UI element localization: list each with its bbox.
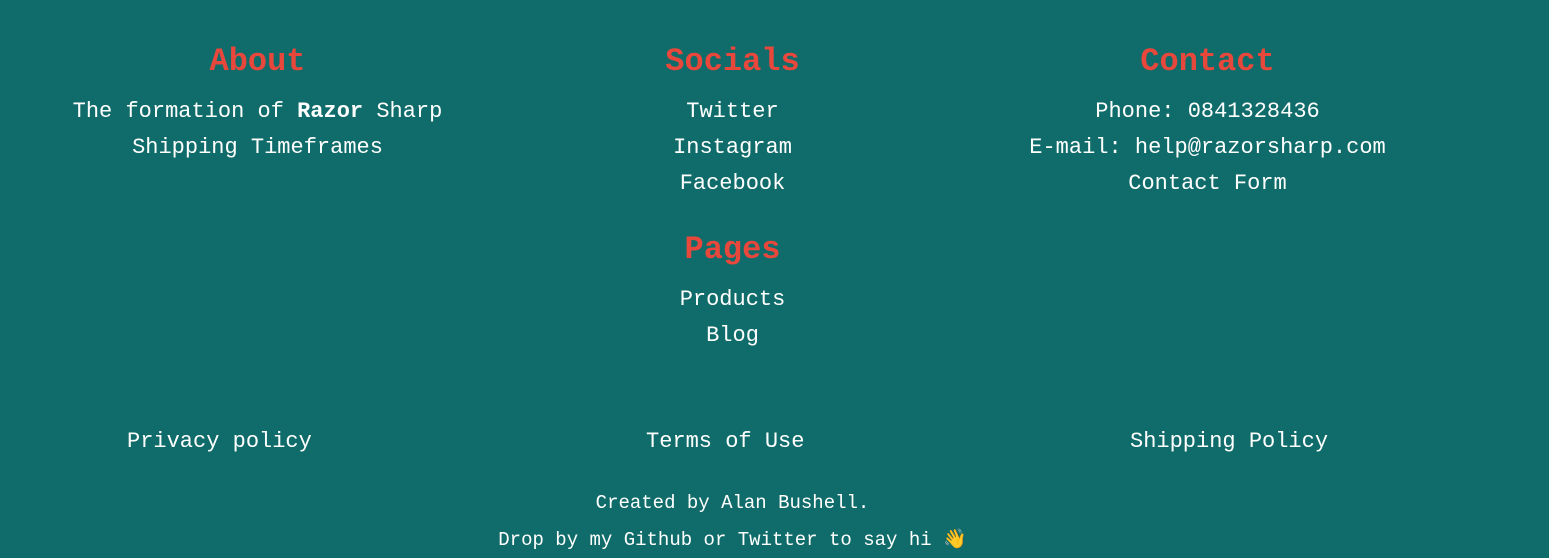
contact-heading: Contact [1140,43,1275,80]
waving-hand-icon: 👋 [943,528,967,550]
formation-prefix: The formation of [72,99,284,124]
say-hi-suffix: to say hi [829,529,932,551]
credits-twitter-link[interactable]: Twitter [738,529,818,551]
pages-column: Pages Products Blog [495,232,970,354]
phone-link[interactable]: Phone: 0841328436 [970,94,1445,130]
products-link[interactable]: Products [495,282,970,318]
shipping-policy-link[interactable]: Shipping Policy [1130,424,1328,460]
socials-column: Socials Twitter Instagram Facebook [495,44,970,202]
formation-link[interactable]: The formation of Razor Sharp [20,94,495,130]
say-hi-line: Drop by my Github or Twitter to say hi 👋 [0,521,1465,558]
twitter-link[interactable]: Twitter [495,94,970,130]
facebook-link[interactable]: Facebook [495,166,970,202]
about-column: About The formation of Razor Sharp Shipp… [20,44,495,166]
formation-brand: Razor [297,99,364,124]
blog-link[interactable]: Blog [495,318,970,354]
github-link[interactable]: Github [624,529,692,551]
shipping-timeframes-link[interactable]: Shipping Timeframes [20,130,495,166]
terms-of-use-link[interactable]: Terms of Use [646,424,804,460]
contact-column: Contact Phone: 0841328436 E-mail: help@r… [970,44,1445,202]
privacy-policy-link[interactable]: Privacy policy [127,424,312,460]
credits-line: Created by Alan Bushell. [595,492,870,514]
say-hi-or: or [703,529,727,551]
say-hi-prefix: Drop by my [498,529,613,551]
pages-heading: Pages [684,231,781,268]
site-footer: About The formation of Razor Sharp Shipp… [0,0,1549,555]
email-link[interactable]: E-mail: help@razorsharp.com [970,130,1445,166]
contact-form-link[interactable]: Contact Form [970,166,1445,202]
about-heading: About [209,43,306,80]
formation-suffix: Sharp [376,99,443,124]
instagram-link[interactable]: Instagram [495,130,970,166]
socials-heading: Socials [665,43,800,80]
